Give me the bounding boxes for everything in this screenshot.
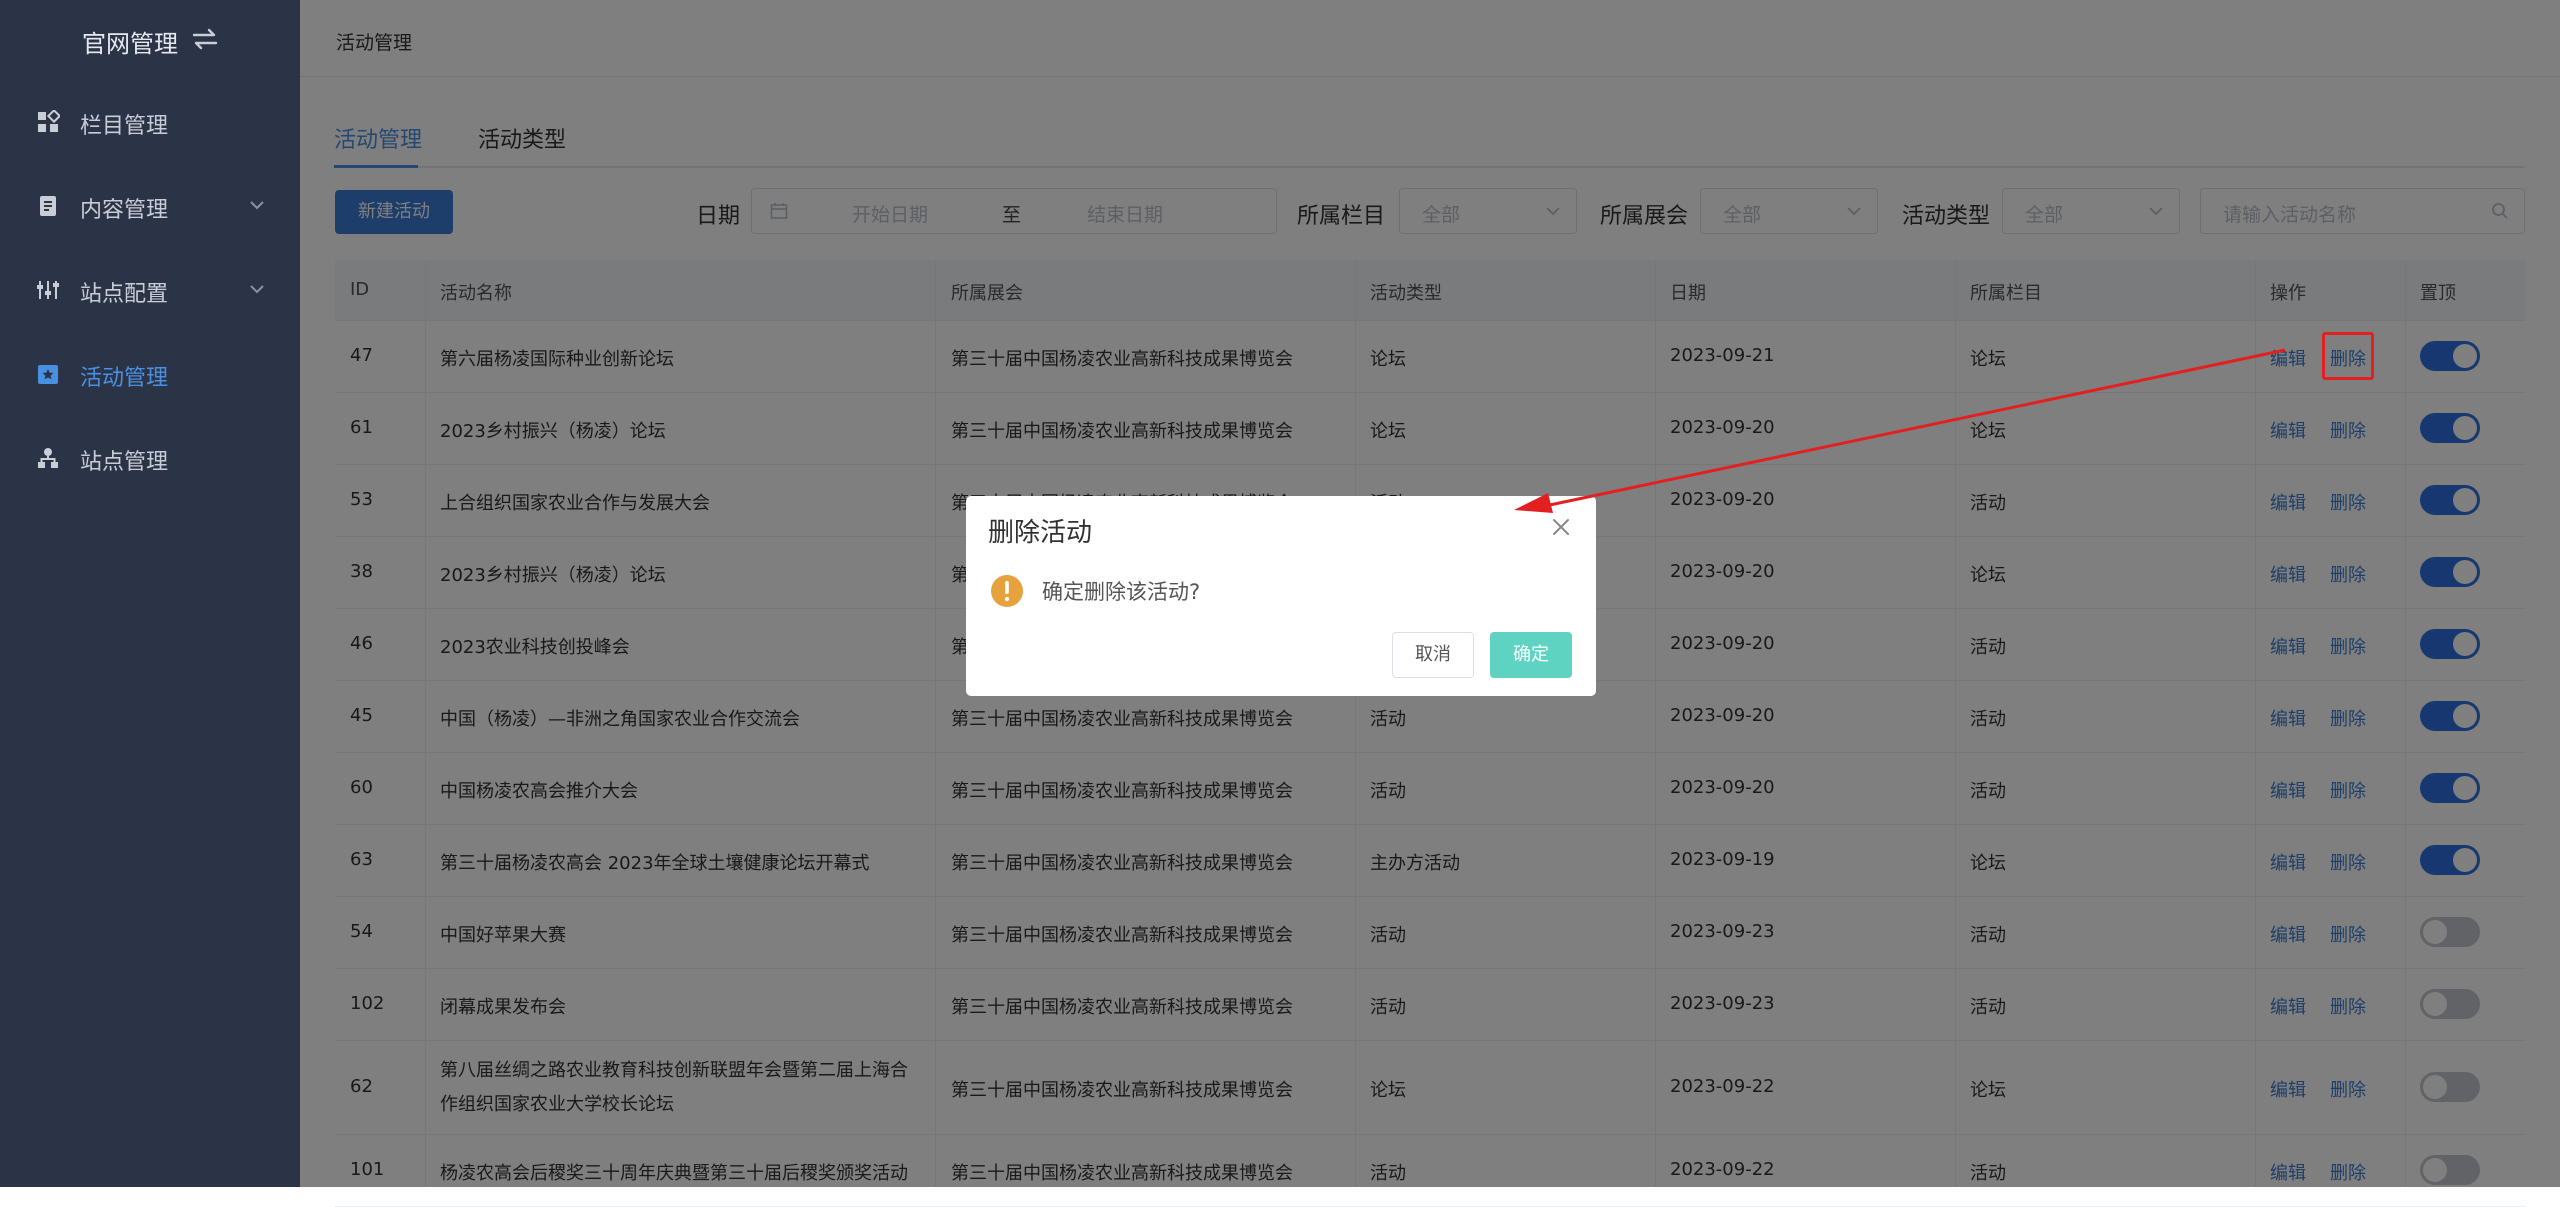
sidebar-item-content[interactable]: 内容管理 xyxy=(0,164,300,248)
close-icon[interactable] xyxy=(1550,516,1572,538)
warning-icon xyxy=(991,575,1023,607)
delete-dialog: 删除活动 确定删除该活动? 取消 确定 xyxy=(966,496,1596,696)
sidebar-item-label: 站点管理 xyxy=(80,450,169,475)
sidebar-item-label: 栏目管理 xyxy=(80,114,169,139)
annotation-highlight-box xyxy=(2322,332,2374,380)
swap-icon[interactable] xyxy=(190,26,220,52)
dialog-title: 删除活动 xyxy=(988,518,1093,548)
sidebar-item-label: 内容管理 xyxy=(80,198,169,223)
dialog-message: 确定删除该活动? xyxy=(1042,580,1201,604)
sidebar: 官网管理 栏目管理 内容管理 站点配置 活动管理 站点管理 xyxy=(0,0,300,1187)
sidebar-item-sites[interactable]: 站点管理 xyxy=(0,416,300,500)
star-calendar-icon xyxy=(38,365,58,384)
sidebar-item-columns[interactable]: 栏目管理 xyxy=(0,80,300,164)
document-icon xyxy=(40,196,56,216)
app-title: 官网管理 xyxy=(82,30,178,58)
cancel-button[interactable]: 取消 xyxy=(1392,632,1474,678)
sidebar-item-label: 活动管理 xyxy=(80,366,169,391)
sidebar-item-activities[interactable]: 活动管理 xyxy=(0,332,300,416)
sidebar-header: 官网管理 xyxy=(0,0,300,80)
grid-icon xyxy=(38,110,60,132)
confirm-button[interactable]: 确定 xyxy=(1490,632,1572,678)
chevron-down-icon xyxy=(250,201,264,210)
sitemap-icon xyxy=(38,448,58,468)
sidebar-item-label: 站点配置 xyxy=(80,282,169,307)
sidebar-item-site-config[interactable]: 站点配置 xyxy=(0,248,300,332)
chevron-down-icon xyxy=(250,285,264,294)
settings-icon xyxy=(37,281,59,299)
